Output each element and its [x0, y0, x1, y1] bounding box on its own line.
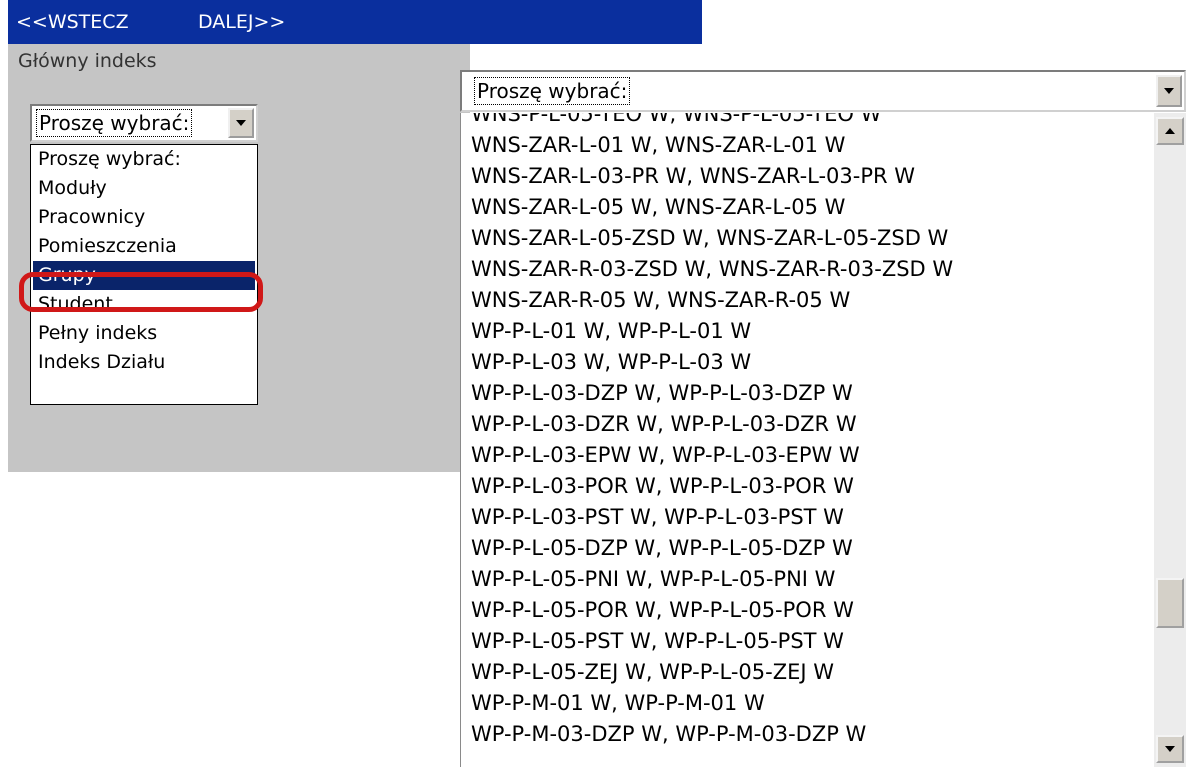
chevron-down-icon	[1164, 88, 1174, 94]
group-option[interactable]: WP-P-L-01 W, WP-P-L-01 W	[471, 316, 1151, 346]
group-option[interactable]: WP-P-L-05-PNI W, WP-P-L-05-PNI W	[471, 564, 1151, 594]
highlight-ring	[19, 272, 263, 312]
chevron-down-icon	[236, 120, 246, 126]
group-option[interactable]: WP-P-L-03-PST W, WP-P-L-03-PST W	[471, 502, 1151, 532]
group-option[interactable]: WNS-ZAR-R-05 W, WNS-ZAR-R-05 W	[471, 285, 1151, 315]
group-option[interactable]: WP-P-L-05-ZEJ W, WP-P-L-05-ZEJ W	[471, 657, 1151, 687]
group-option[interactable]: WP-P-M-01 W, WP-P-M-01 W	[471, 688, 1151, 718]
next-link[interactable]: DALEJ>>	[198, 0, 285, 44]
group-select-value: Proszę wybrać:	[474, 77, 631, 105]
group-option[interactable]: WNS-ZAR-L-05 W, WNS-ZAR-L-05 W	[471, 192, 1151, 222]
category-option[interactable]: Pełny indeks	[33, 319, 255, 348]
category-select-value: Proszę wybrać:	[36, 109, 193, 137]
group-select[interactable]: Proszę wybrać:	[460, 70, 1186, 112]
back-link[interactable]: <<WSTECZ	[16, 0, 129, 44]
chevron-down-icon	[1165, 746, 1175, 752]
group-option[interactable]: WNS-ZAR-R-03-ZSD W, WNS-ZAR-R-03-ZSD W	[471, 254, 1151, 284]
category-dropdown-button[interactable]	[228, 108, 254, 138]
category-option[interactable]: Pracownicy	[33, 203, 255, 232]
group-list-scrollbar[interactable]	[1154, 113, 1186, 767]
group-option[interactable]: WP-P-L-03-EPW W, WP-P-L-03-EPW W	[471, 440, 1151, 470]
chevron-up-icon	[1165, 128, 1175, 134]
group-option[interactable]: WNS-P-L-05-TEO W, WNS-P-L-05-TEO W	[471, 113, 1151, 129]
group-option[interactable]: WNS-ZAR-L-05-ZSD W, WNS-ZAR-L-05-ZSD W	[471, 223, 1151, 253]
group-option[interactable]: WP-P-L-05-PST W, WP-P-L-05-PST W	[471, 626, 1151, 656]
group-option[interactable]: WP-P-M-03-DZP W, WP-P-M-03-DZP W	[471, 719, 1151, 749]
category-option[interactable]: Moduły	[33, 174, 255, 203]
index-label: Główny indeks	[18, 50, 157, 72]
category-select[interactable]: Proszę wybrać:	[30, 104, 258, 142]
scroll-down-button[interactable]	[1156, 735, 1184, 763]
group-option[interactable]: WNS-ZAR-L-01 W, WNS-ZAR-L-01 W	[471, 130, 1151, 160]
group-option[interactable]: WNS-ZAR-L-03-PR W, WNS-ZAR-L-03-PR W	[471, 161, 1151, 191]
group-option[interactable]: WP-P-L-03-DZR W, WP-P-L-03-DZR W	[471, 409, 1151, 439]
group-options-list: WNS-P-L-05-TEO W, WNS-P-L-05-TEO W WNS-Z…	[460, 113, 1186, 767]
group-dropdown-button[interactable]	[1156, 75, 1182, 107]
scrollbar-thumb[interactable]	[1156, 578, 1184, 628]
category-option[interactable]: Indeks Działu	[33, 348, 255, 377]
category-option[interactable]: Pomieszczenia	[33, 232, 255, 261]
group-option[interactable]: WP-P-L-03 W, WP-P-L-03 W	[471, 347, 1151, 377]
group-option[interactable]: WP-P-L-05-DZP W, WP-P-L-05-DZP W	[471, 533, 1151, 563]
nav-bar: <<WSTECZ DALEJ>>	[8, 0, 702, 44]
group-option[interactable]: WP-P-L-05-POR W, WP-P-L-05-POR W	[471, 595, 1151, 625]
scroll-up-button[interactable]	[1156, 117, 1184, 145]
group-option[interactable]: WP-P-L-03-POR W, WP-P-L-03-POR W	[471, 471, 1151, 501]
group-option[interactable]: WP-P-L-03-DZP W, WP-P-L-03-DZP W	[471, 378, 1151, 408]
category-option[interactable]: Proszę wybrać:	[33, 145, 255, 174]
